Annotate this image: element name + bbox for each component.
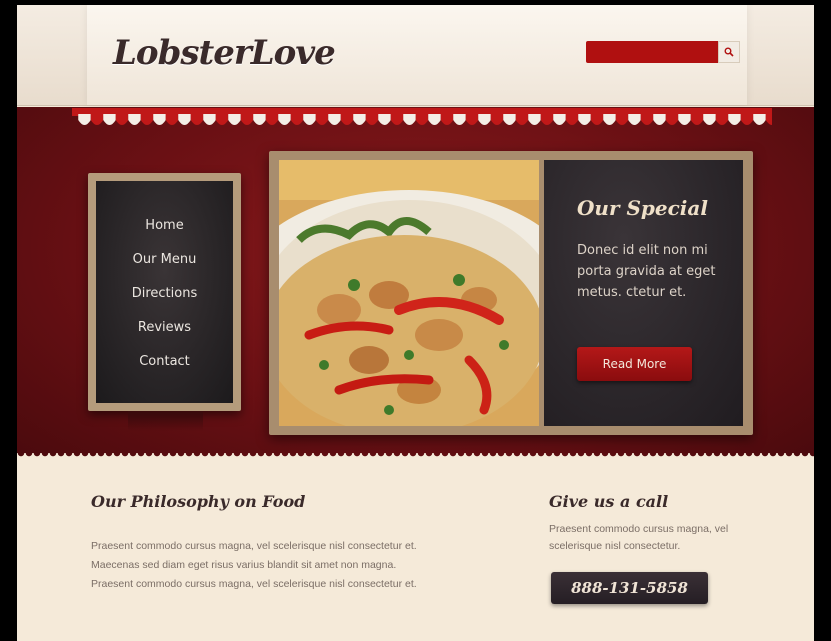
- awning-stripe: [615, 114, 629, 125]
- awning-stripe: [515, 114, 529, 125]
- call-text: Praesent commodo cursus magna, vel scele…: [549, 523, 729, 552]
- awning-stripe: [590, 114, 604, 125]
- call-title: Give us a call: [549, 492, 669, 511]
- awning-stripe: [740, 114, 754, 125]
- awning-stripe: [403, 114, 416, 125]
- nav-item-home[interactable]: Home: [145, 209, 183, 243]
- awning-stripe: [153, 114, 166, 125]
- awning-stripe: [603, 114, 616, 125]
- awning-stripe: [715, 114, 729, 125]
- nav-item-directions[interactable]: Directions: [132, 277, 198, 311]
- awning-stripe: [90, 114, 104, 125]
- awning-stripe: [440, 114, 454, 125]
- read-more-button[interactable]: Read More: [577, 347, 692, 381]
- awning-stripe: [465, 114, 479, 125]
- nav-item-reviews[interactable]: Reviews: [138, 311, 191, 345]
- page: LobsterLove Home Our Menu Directions Rev…: [17, 5, 814, 641]
- awning-stripe: [503, 114, 516, 125]
- awning-stripe: [178, 114, 191, 125]
- philosophy-line: Praesent commodo cursus magna, vel scele…: [91, 578, 417, 590]
- philosophy-line: Praesent commodo cursus magna, vel scele…: [91, 540, 417, 552]
- awning-stripe: [365, 114, 379, 125]
- search-button[interactable]: [718, 41, 740, 63]
- phone-button[interactable]: 888-131-5858: [551, 572, 708, 604]
- awning-stripe: [678, 114, 691, 125]
- awning-stripe: [428, 114, 441, 125]
- awning-stripe: [103, 114, 116, 125]
- food-photo: [279, 160, 539, 426]
- awning-stripe: [490, 114, 504, 125]
- awning-stripe: [290, 114, 304, 125]
- special-panel: Our Special Donec id elit non mi porta g…: [544, 160, 743, 426]
- awning-stripe: [528, 114, 541, 125]
- awning-stripe: [653, 114, 666, 125]
- logo[interactable]: LobsterLove: [113, 33, 336, 73]
- awning-stripe: [390, 114, 404, 125]
- awning-stripe: [478, 114, 491, 125]
- awning-stripe: [378, 114, 391, 125]
- awning-stripe: [265, 114, 279, 125]
- awning-stripe: [565, 114, 579, 125]
- awning-stripe: [78, 114, 91, 125]
- awning-stripe: [703, 114, 716, 125]
- search-icon: [724, 47, 734, 57]
- chalkboard-nav: Home Our Menu Directions Reviews Contact: [96, 181, 233, 403]
- nav-item-our-menu[interactable]: Our Menu: [133, 243, 197, 277]
- awning-stripe: [140, 114, 154, 125]
- awning-stripe: [453, 114, 466, 125]
- awning-stripe: [578, 114, 591, 125]
- awning-stripe: [303, 114, 316, 125]
- awning-stripe: [203, 114, 216, 125]
- awning-stripe: [328, 114, 341, 125]
- special-text: Donec id elit non mi porta gravida at eg…: [577, 243, 716, 300]
- menu-board-stand: [128, 411, 203, 431]
- scalloped-edge: [17, 453, 814, 461]
- philosophy-title: Our Philosophy on Food: [91, 492, 306, 511]
- awning-stripe: [165, 114, 179, 125]
- awning-stripe: [315, 114, 329, 125]
- feature-frame: Our Special Donec id elit non mi porta g…: [269, 151, 753, 435]
- awning-stripe: [765, 114, 772, 125]
- awning-stripe: [278, 114, 291, 125]
- awning-stripe: [128, 114, 141, 125]
- awning-stripe: [415, 114, 429, 125]
- awning-stripe: [240, 114, 254, 125]
- awning-stripe: [228, 114, 241, 125]
- food-photo-illustration: [279, 160, 539, 426]
- philosophy-line: Maecenas sed diam eget risus varius blan…: [91, 559, 397, 571]
- awning-stripe: [340, 114, 354, 125]
- awning-stripe: [665, 114, 679, 125]
- menu-board: Home Our Menu Directions Reviews Contact: [88, 173, 241, 411]
- nav-item-contact[interactable]: Contact: [139, 345, 190, 379]
- awning-stripe: [540, 114, 554, 125]
- awning-stripe: [190, 114, 204, 125]
- philosophy-text: Praesent commodo cursus magna, vel scele…: [91, 537, 511, 594]
- awning-stripe: [753, 114, 766, 125]
- awning-stripe: [553, 114, 566, 125]
- awning-stripe: [640, 114, 654, 125]
- awning: [72, 108, 772, 125]
- search-form: [586, 41, 742, 63]
- awning-stripe: [690, 114, 704, 125]
- special-title: Our Special: [577, 196, 708, 220]
- awning-stripe: [353, 114, 366, 125]
- header: LobsterLove: [17, 5, 814, 106]
- search-input[interactable]: [586, 41, 718, 63]
- awning-stripe: [253, 114, 266, 125]
- awning-stripe: [115, 114, 129, 125]
- awning-stripe: [215, 114, 229, 125]
- awning-stripe: [628, 114, 641, 125]
- awning-stripe: [728, 114, 741, 125]
